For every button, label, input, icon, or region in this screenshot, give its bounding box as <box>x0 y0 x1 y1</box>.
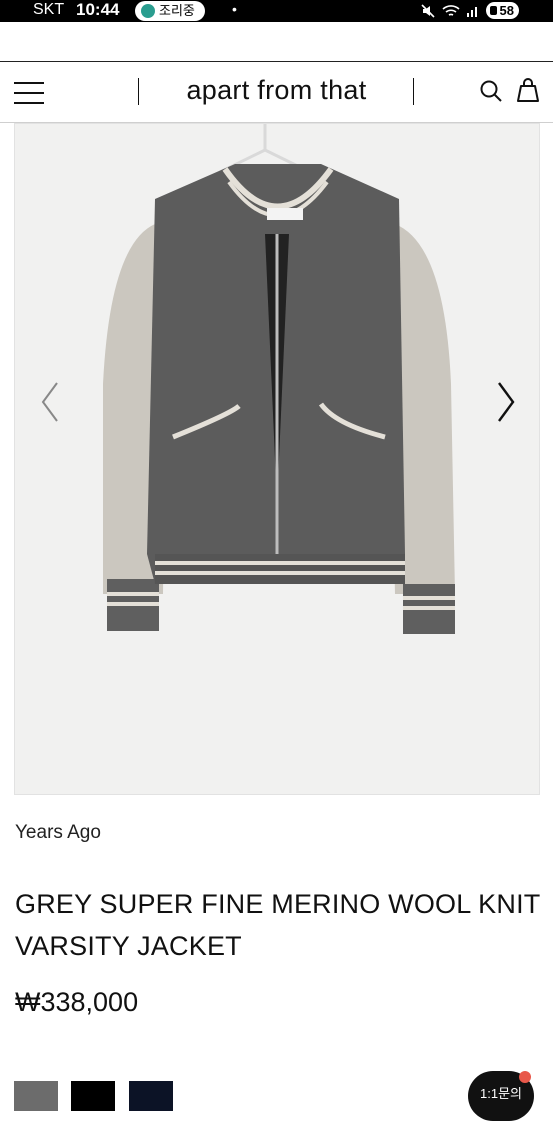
wifi-icon <box>441 4 460 16</box>
product-price: ₩338,000 <box>15 987 139 1017</box>
jacket-illustration <box>15 124 539 794</box>
notification-text: 조리중 <box>159 3 195 18</box>
chevron-left-icon[interactable] <box>35 377 65 427</box>
product-image[interactable] <box>14 123 540 795</box>
app-icon <box>141 4 155 18</box>
status-icons: 58 <box>420 2 519 19</box>
clock: 10:44 <box>76 0 120 19</box>
inquiry-chat-label: 1:1문의 <box>480 1086 522 1101</box>
color-swatch-grey[interactable] <box>14 1081 58 1111</box>
status-bar: SKT 10:44 조리중 • 58 <box>0 0 553 22</box>
product-title: GREY SUPER FINE MERINO WOOL KNIT VARSITY… <box>15 889 540 961</box>
site-logo[interactable]: apart from that <box>140 75 413 106</box>
header-divider-right <box>413 78 414 105</box>
site-header: apart from that <box>0 62 553 123</box>
search-icon[interactable] <box>478 78 504 104</box>
product-brand[interactable]: Years Ago <box>15 822 101 844</box>
battery-indicator: 58 <box>485 2 519 19</box>
header-divider-left <box>138 78 139 105</box>
color-swatch-black[interactable] <box>71 1081 115 1111</box>
notification-dot: • <box>232 1 237 17</box>
browser-strip <box>0 22 553 62</box>
shopping-bag-icon[interactable] <box>514 76 542 104</box>
notification-pill: 조리중 <box>135 1 205 21</box>
menu-icon[interactable] <box>14 82 44 104</box>
chevron-right-icon[interactable] <box>491 377 521 427</box>
mute-icon <box>420 3 435 18</box>
notification-badge <box>519 1071 531 1083</box>
color-swatch-navy[interactable] <box>129 1081 173 1111</box>
signal-icon <box>466 6 477 17</box>
carrier-label: SKT <box>33 1 65 18</box>
